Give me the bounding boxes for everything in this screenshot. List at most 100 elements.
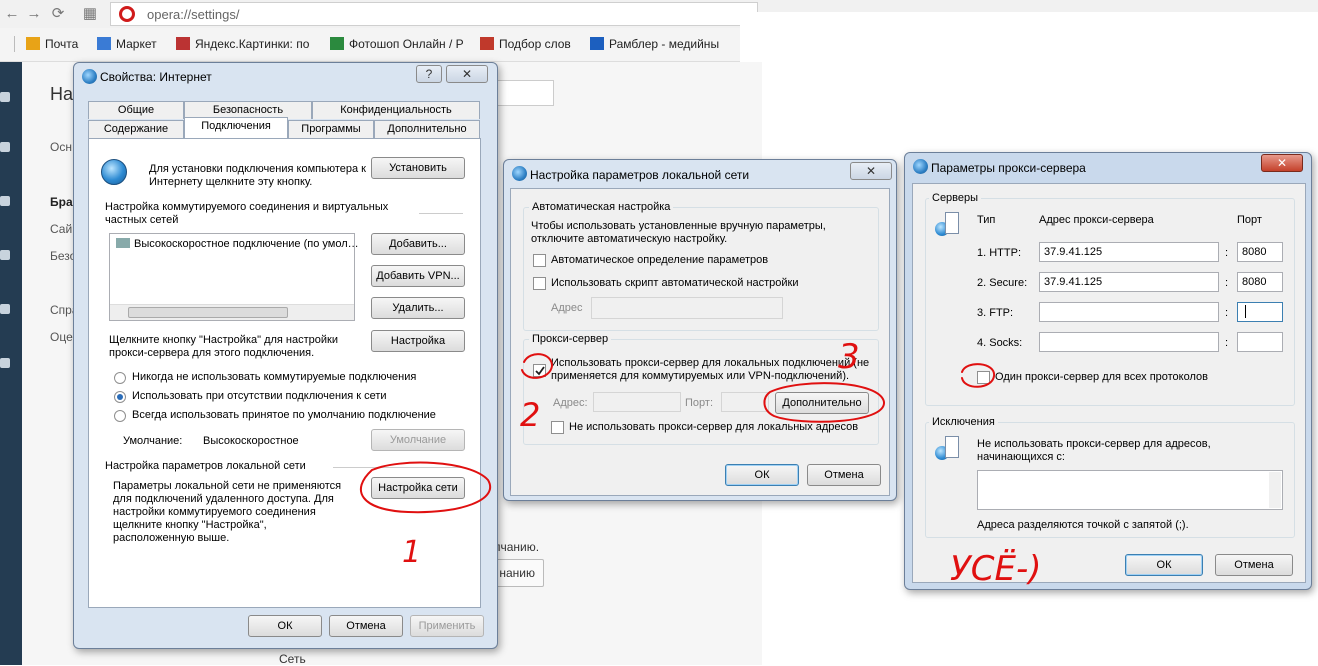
- scrollbar-thumb[interactable]: [128, 307, 288, 318]
- bookmark-market[interactable]: Маркет: [97, 37, 157, 51]
- add-button[interactable]: Добавить...: [371, 233, 465, 255]
- ok-button[interactable]: ОК: [248, 615, 322, 637]
- radio-dial-when-absent[interactable]: [114, 391, 126, 403]
- tab-content[interactable]: Содержание: [88, 120, 184, 138]
- bookmarks-separator: [14, 36, 15, 52]
- auto-detect-label: Автоматическое определение параметров: [551, 254, 769, 266]
- close-icon[interactable]: ✕: [1261, 154, 1303, 172]
- auto-detect-checkbox[interactable]: [533, 254, 546, 267]
- column-type-header: Тип: [977, 214, 996, 226]
- script-address-input[interactable]: [591, 297, 783, 319]
- bookmark-label: Маркет: [116, 37, 157, 51]
- opera-logo-icon: [119, 6, 135, 22]
- cart-icon: [97, 37, 111, 50]
- settings-nav-rate[interactable]: Оце: [50, 330, 73, 344]
- forward-icon[interactable]: →: [24, 4, 44, 24]
- radio-never-dial[interactable]: [114, 372, 126, 384]
- ok-button[interactable]: ОК: [725, 464, 799, 486]
- menu-icon[interactable]: [0, 92, 10, 102]
- ftp-port-input[interactable]: [1237, 302, 1283, 322]
- settings-nav-basic[interactable]: Осн: [50, 140, 72, 154]
- bookmark-photoshop[interactable]: Фотошоп Онлайн / Р: [330, 37, 464, 51]
- http-port-input[interactable]: 8080: [1237, 242, 1283, 262]
- add-vpn-button[interactable]: Добавить VPN...: [371, 265, 465, 287]
- settings-nav-sites[interactable]: Сай: [50, 222, 72, 236]
- proxy-client-area: Серверы Тип Адрес прокси-сервера Порт 1.…: [912, 183, 1306, 583]
- exceptions-group-title: Исключения: [929, 416, 998, 428]
- column-address-header: Адрес прокси-сервера: [1039, 214, 1154, 226]
- bypass-local-checkbox[interactable]: [551, 421, 564, 434]
- http-address-input[interactable]: 37.9.41.125: [1039, 242, 1219, 262]
- tab-programs[interactable]: Программы: [288, 120, 374, 138]
- exceptions-hint: Адреса разделяются точкой с запятой (;).: [977, 519, 1189, 531]
- ftp-address-input[interactable]: [1039, 302, 1219, 322]
- vertical-scrollbar[interactable]: [1269, 472, 1281, 508]
- use-script-checkbox[interactable]: [533, 277, 546, 290]
- checkmark-icon: [535, 366, 545, 376]
- socks-port-input[interactable]: [1237, 332, 1283, 352]
- proxy-address-input[interactable]: [593, 392, 681, 412]
- tab-privacy[interactable]: Конфиденциальность: [312, 101, 480, 119]
- extensions-icon[interactable]: [0, 250, 10, 260]
- tab-advanced[interactable]: Дополнительно: [374, 120, 480, 138]
- apps-grid-icon[interactable]: ▦: [80, 4, 100, 24]
- default-label: Умолчание:: [123, 435, 183, 447]
- history-icon[interactable]: [0, 196, 10, 206]
- text-cursor: [1245, 305, 1246, 318]
- secure-port-input[interactable]: 8080: [1237, 272, 1283, 292]
- settings-fragment-text: пчанию.: [494, 540, 540, 554]
- radio-always-dial[interactable]: [114, 410, 126, 422]
- divider: [419, 213, 463, 214]
- reload-icon[interactable]: ⟳: [48, 4, 68, 24]
- apply-button[interactable]: Применить: [410, 615, 484, 637]
- advanced-button[interactable]: Дополнительно: [775, 392, 869, 414]
- close-icon[interactable]: ✕: [446, 65, 488, 83]
- internet-options-icon: [512, 166, 527, 181]
- cancel-button[interactable]: Отмена: [1215, 554, 1293, 576]
- proxy-server-icon: [935, 212, 961, 242]
- bookmark-label: Фотошоп Онлайн / Р: [349, 37, 464, 51]
- setup-button[interactable]: Установить: [371, 157, 465, 179]
- radio-always-label: Всегда использовать принятое по умолчани…: [132, 409, 436, 421]
- lan-text: Параметры локальной сети не применяются …: [113, 480, 342, 544]
- internet-options-icon: [82, 69, 97, 84]
- tab-general[interactable]: Общие: [88, 101, 184, 119]
- list-item[interactable]: Высокоскоростное подключение (по умол…: [116, 238, 359, 250]
- exceptions-textarea[interactable]: [977, 470, 1283, 510]
- news-icon[interactable]: [0, 304, 10, 314]
- bookmark-label: Подбор слов: [499, 37, 571, 51]
- photoshop-icon: [330, 37, 344, 50]
- lan-settings-button[interactable]: Настройка сети: [371, 477, 465, 499]
- secure-address-input[interactable]: 37.9.41.125: [1039, 272, 1219, 292]
- use-proxy-checkbox[interactable]: [533, 364, 546, 377]
- row-socks-type: 4. Socks:: [977, 337, 1023, 349]
- ok-button[interactable]: ОК: [1125, 554, 1203, 576]
- radio-never-label: Никогда не использовать коммутируемые по…: [132, 371, 417, 383]
- puzzle-icon[interactable]: [0, 358, 10, 368]
- connections-list[interactable]: Высокоскоростное подключение (по умол…: [109, 233, 359, 321]
- bookmark-pochta[interactable]: Почта: [26, 37, 78, 51]
- socks-address-input[interactable]: [1039, 332, 1219, 352]
- settings-nav-browser[interactable]: Бра: [50, 195, 73, 209]
- cancel-button[interactable]: Отмена: [807, 464, 881, 486]
- document-part: [945, 212, 959, 234]
- tab-connections[interactable]: Подключения: [184, 117, 288, 138]
- window-title: Параметры прокси-сервера: [931, 161, 1086, 175]
- back-icon[interactable]: ←: [2, 4, 22, 24]
- horizontal-scrollbar[interactable]: [110, 304, 354, 320]
- window-title: Свойства: Интернет: [100, 70, 212, 84]
- settings-button[interactable]: Настройка: [371, 330, 465, 352]
- help-button[interactable]: ?: [416, 65, 442, 83]
- heart-icon[interactable]: [0, 142, 10, 152]
- proxy-port-input[interactable]: [721, 392, 769, 412]
- address-bar[interactable]: opera://settings/: [110, 2, 758, 26]
- bypass-local-label: Не использовать прокси-сервер для локаль…: [569, 421, 859, 433]
- delete-button[interactable]: Удалить...: [371, 297, 465, 319]
- same-proxy-checkbox[interactable]: [977, 371, 990, 384]
- bookmark-word-picker[interactable]: Подбор слов: [480, 37, 571, 51]
- default-button[interactable]: Умолчание: [371, 429, 465, 451]
- close-icon[interactable]: ✕: [850, 162, 892, 180]
- bookmark-rambler[interactable]: Рамблер - медийны: [590, 37, 719, 51]
- bookmark-yandex-images[interactable]: Яндекс.Картинки: по: [176, 37, 309, 51]
- cancel-button[interactable]: Отмена: [329, 615, 403, 637]
